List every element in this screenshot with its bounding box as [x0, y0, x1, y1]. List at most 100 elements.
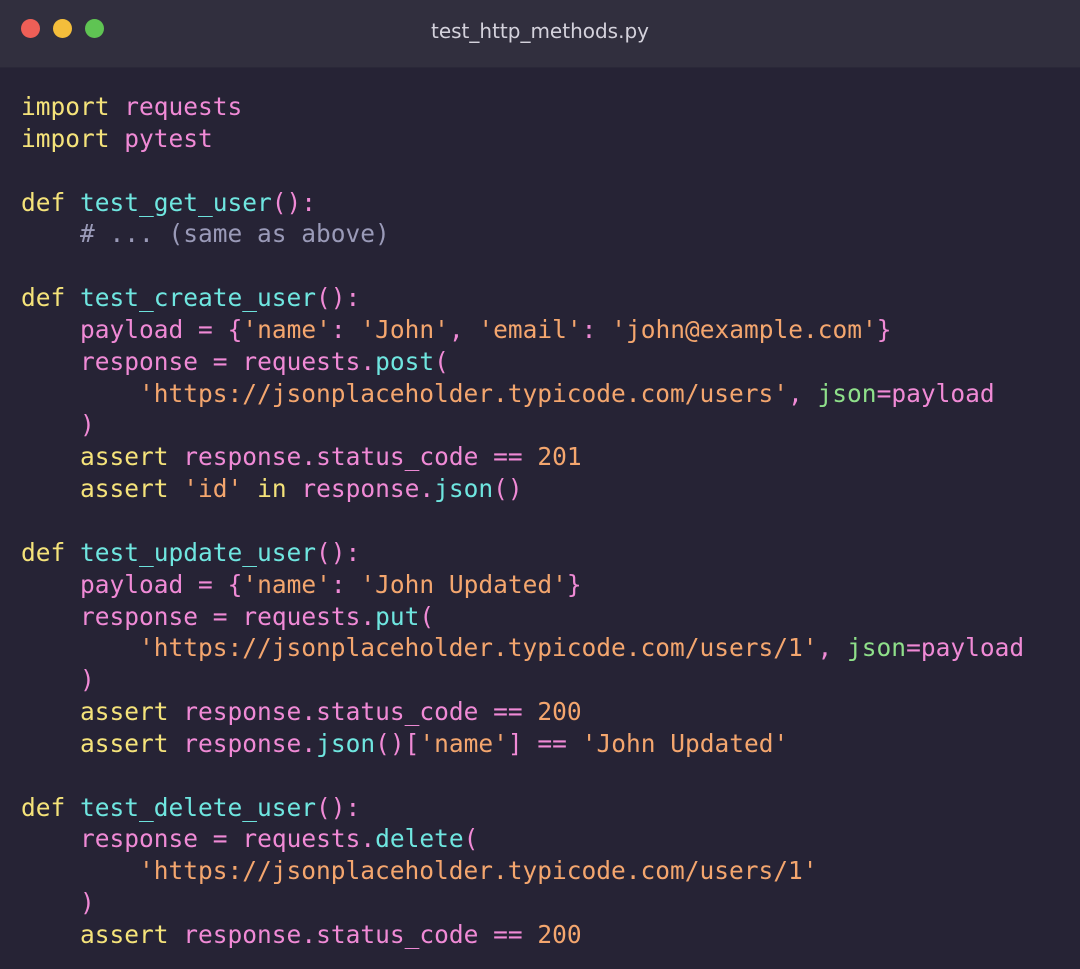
- code-token: ():: [316, 537, 361, 567]
- code-token: =: [212, 824, 228, 854]
- code-token: import: [21, 123, 110, 153]
- code-token: payload: [80, 569, 184, 599]
- window-title: test_http_methods.py: [430, 19, 649, 43]
- code-token: assert: [80, 728, 169, 758]
- code-line: response = requests.put(: [21, 601, 1080, 633]
- code-token: ,: [448, 314, 479, 344]
- code-token: post: [375, 346, 435, 376]
- code-token: =: [876, 378, 892, 408]
- code-token: # ... (same as above): [80, 219, 390, 249]
- code-token: (: [463, 824, 479, 854]
- code-token: =: [212, 346, 228, 376]
- code-token: ():: [316, 283, 361, 313]
- code-token: =: [906, 633, 921, 663]
- code-line: 'https://jsonplaceholder.typicode.com/us…: [21, 855, 1080, 887]
- code-line: payload = {'name': 'John Updated'}: [21, 569, 1080, 601]
- code-token: response: [301, 474, 420, 504]
- code-token: test_create_user: [80, 283, 317, 313]
- title-bar: test_http_methods.py: [0, 0, 1080, 68]
- code-line: assert response.status_code == 200: [21, 919, 1080, 951]
- code-token: :: [581, 314, 612, 344]
- code-token: }: [566, 569, 582, 599]
- code-token: 'https://jsonplaceholder.typicode.com/us…: [139, 856, 818, 886]
- code-token: assert: [80, 697, 169, 727]
- code-token: .: [301, 919, 317, 949]
- code-line: import requests: [21, 91, 1080, 123]
- code-token: pytest: [124, 123, 213, 153]
- code-token: test_delete_user: [80, 792, 317, 822]
- code-token: assert: [80, 919, 169, 949]
- code-token: }: [876, 314, 892, 344]
- code-token: test_update_user: [80, 537, 317, 567]
- code-token: requests: [124, 92, 243, 121]
- code-line: assert response.json()['name'] == 'John …: [21, 728, 1080, 760]
- code-token: json: [817, 378, 877, 408]
- code-token: 'email': [478, 314, 582, 344]
- code-line: ): [21, 887, 1080, 919]
- code-token: 'John Updated': [360, 569, 567, 599]
- code-token: 'https://jsonplaceholder.typicode.com/us…: [139, 633, 818, 663]
- code-token: json: [847, 633, 907, 663]
- code-token: 201: [537, 442, 582, 472]
- code-token: ): [80, 410, 95, 440]
- code-token: (: [419, 601, 435, 631]
- code-token: ==: [493, 919, 523, 949]
- code-token: def: [21, 187, 66, 217]
- code-token: assert: [80, 474, 169, 504]
- code-token: response: [183, 442, 302, 472]
- code-token: =: [212, 601, 228, 631]
- code-line: assert response.status_code == 200: [21, 696, 1080, 728]
- code-token: {: [227, 314, 243, 344]
- code-line: ): [21, 409, 1080, 441]
- code-token: {: [227, 569, 243, 599]
- code-token: ]: [507, 728, 523, 758]
- code-editor[interactable]: import requests import pytest def test_ge…: [21, 91, 1080, 951]
- code-token: :: [330, 569, 361, 599]
- code-line: assert response.status_code == 201: [21, 441, 1080, 473]
- code-token: response: [80, 346, 199, 376]
- code-line: def test_update_user():: [21, 537, 1080, 569]
- code-token: ==: [537, 728, 567, 758]
- code-token: 'John': [360, 314, 449, 344]
- code-token: payload: [80, 314, 184, 344]
- code-token: assert: [80, 442, 169, 472]
- code-token: ==: [493, 442, 523, 472]
- code-token: =: [198, 314, 213, 344]
- code-token: response: [80, 601, 199, 631]
- code-token: :: [330, 314, 361, 344]
- code-token: in: [257, 474, 287, 504]
- code-line: ): [21, 664, 1080, 696]
- code-token: =: [198, 569, 213, 599]
- code-token: response: [183, 728, 302, 758]
- code-token: json: [434, 474, 494, 504]
- code-token: payload: [891, 378, 995, 408]
